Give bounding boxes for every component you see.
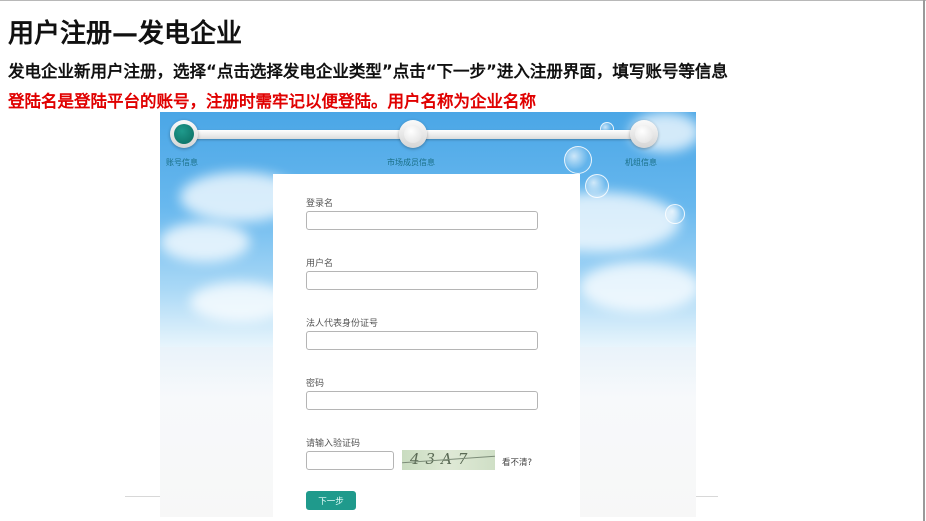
username-label: 用户名 [306, 259, 334, 269]
step-1-label: 账号信息 [166, 158, 198, 167]
captcha-label: 请输入验证码 [306, 439, 361, 449]
step-2-label: 市场成员信息 [387, 158, 435, 167]
username-input[interactable] [306, 271, 538, 290]
step-3-indicator [630, 120, 658, 148]
legal-rep-id-input[interactable] [306, 331, 538, 350]
divider-right [696, 496, 718, 497]
captcha-image[interactable]: 43A7 [402, 450, 495, 470]
login-name-label: 登录名 [306, 199, 334, 209]
login-name-input[interactable] [306, 211, 538, 230]
frame-right-border [923, 0, 925, 521]
registration-screenshot: 账号信息 市场成员信息 机组信息 登录名 用户名 法人代表身份证号 密码 请输入… [160, 112, 696, 517]
registration-form: 登录名 用户名 法人代表身份证号 密码 请输入验证码 43A7 看不清? 下一步 [273, 174, 580, 517]
password-label: 密码 [306, 379, 325, 389]
instruction-text: 发电企业新用户注册，选择“点击选择发电企业类型”点击“下一步”进入注册界面，填写… [8, 62, 728, 81]
bubble-decoration [564, 146, 592, 174]
page-title: 用户注册—发电企业 [8, 19, 243, 49]
bubble-decoration [665, 204, 685, 224]
step-2-indicator [399, 120, 427, 148]
step-3-label: 机组信息 [625, 158, 657, 167]
password-input[interactable] [306, 391, 538, 410]
warning-note: 登陆名是登陆平台的账号，注册时需牢记以便登陆。用户名称为企业名称 [8, 92, 536, 111]
divider-left [125, 496, 161, 497]
refresh-captcha-link[interactable]: 看不清? [502, 456, 532, 468]
bubble-decoration [585, 174, 609, 198]
step-1-indicator [170, 120, 198, 148]
legal-rep-id-label: 法人代表身份证号 [306, 319, 379, 329]
next-step-button[interactable]: 下一步 [306, 491, 356, 510]
frame-top-border [0, 0, 926, 1]
captcha-input[interactable] [306, 451, 394, 470]
